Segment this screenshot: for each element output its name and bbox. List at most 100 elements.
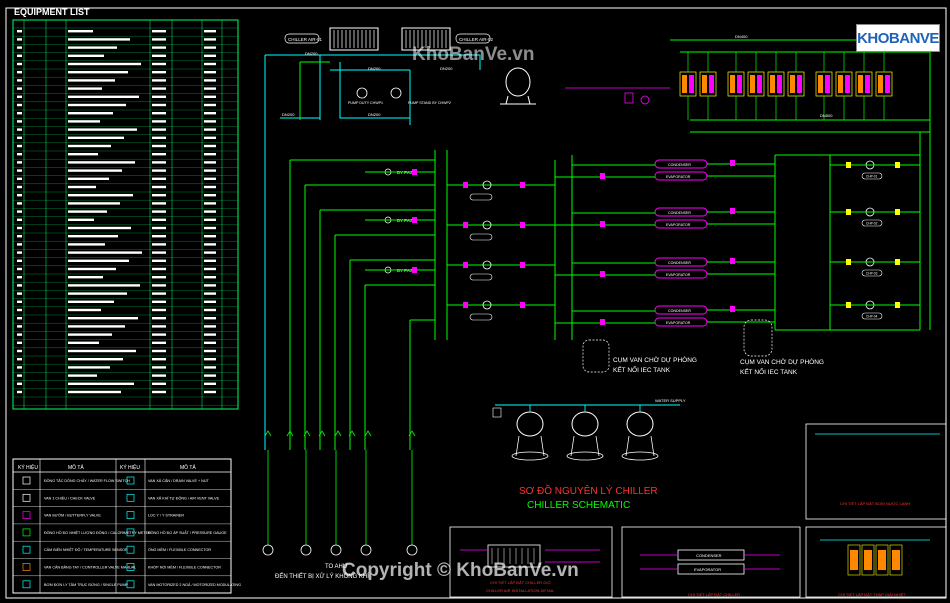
eq-row-text — [68, 276, 103, 279]
eq-row-text — [68, 292, 127, 295]
air-chiller-group: CHILLER AIR-01 CHILLER AIR-02 PUMP DUTY … — [264, 27, 536, 450]
chiller-air-01: CHILLER AIR-01 — [284, 27, 379, 51]
legend-header-3: KÝ HIỆU — [120, 463, 140, 471]
eq-row-text — [68, 161, 135, 164]
evaporator-label: EVAPORATOR — [666, 223, 691, 227]
eq-row-text — [68, 153, 98, 156]
eq-row-text — [68, 87, 102, 90]
water-chillers: CONDENSER EVAPORATOR CONDENSER EVAPORATOR CO… — [555, 159, 775, 327]
svg-text:CHI TIẾT LẮP ĐẶT CHILLER: CHI TIẾT LẮP ĐẶT CHILLER — [688, 592, 740, 597]
condenser-label: CONDENSER — [668, 261, 691, 265]
eq-row-text — [68, 374, 97, 377]
eq-row-text — [68, 218, 94, 221]
legend-right-item: ỐNG MỀM / FLEXIBLE CONNECTOR — [148, 547, 211, 552]
condenser-label: CONDENSER — [668, 163, 691, 167]
schematic-title-vi: SƠ ĐỒ NGUYÊN LÝ CHILLER — [519, 484, 658, 497]
svg-text:CHI TIẾT LẮP ĐẶT THÁP GIẢI NHI: CHI TIẾT LẮP ĐẶT THÁP GIẢI NHIỆT — [838, 592, 907, 597]
eq-row-text — [68, 185, 96, 189]
evaporator-label: EVAPORATOR — [666, 321, 691, 325]
detail-box-3: CHI TIẾT LẮP ĐẶT BƠM NƯỚC LẠNH — [805, 423, 947, 520]
legend-right-item: ĐỒNG HỒ ĐO ÁP SUẤT / PRESSURE GAUGE — [148, 530, 227, 535]
eq-row-text — [68, 112, 113, 115]
chiller-air-01-label: CHILLER AIR-01 — [288, 37, 323, 42]
pump-chwp2 — [390, 87, 402, 99]
pump-chwp2-label: PUMP STAND BY CHWP2 — [408, 101, 451, 105]
eq-row-text — [68, 235, 118, 238]
main-headers: BY PASS BY PASS BY PASS TO AHU ĐẾN THIẾT… — [262, 150, 573, 580]
eq-row-text — [68, 308, 101, 312]
legend-left-item: VAN CÂN BẰNG TAY / CONTROLLER VALVE MANU… — [44, 565, 136, 570]
eq-row-text — [68, 194, 133, 197]
watermark-bottom: Copyright © KhoBanVe.vn — [342, 560, 579, 581]
eq-row-text — [68, 251, 142, 254]
eq-row-text — [68, 79, 115, 82]
pump-chwp1 — [356, 87, 368, 99]
eq-row-text — [68, 390, 121, 394]
legend-left-item: ĐỒNG TẮC DÒNG CHẢY / WATER FLOW SWITCH — [44, 478, 130, 483]
condenser-pump-label: CHP-02 — [866, 222, 878, 226]
eq-row-text — [68, 62, 141, 66]
svg-text:CHILLER AIR INSTALLATION DETAI: CHILLER AIR INSTALLATION DETAIL — [486, 588, 555, 593]
eq-row-text — [68, 30, 93, 33]
watermark-top: KhoBanVe.vn — [412, 44, 535, 65]
reserve-valve-right: CỤM VAN CHỜ DỰ PHÒNG KẾT NỐI IEC TANK — [740, 319, 824, 376]
eq-row-text — [68, 267, 116, 271]
eq-row-text — [68, 177, 109, 180]
eq-row-text — [68, 128, 137, 131]
eq-row-text — [68, 341, 99, 344]
eq-row-text — [68, 46, 117, 49]
legend-table: KÝ HIỆU MÔ TẢ KÝ HIỆU MÔ TẢ ĐỒNG TẮC DÒN… — [12, 458, 241, 594]
eq-row-text — [68, 358, 123, 361]
chiller-air-02-label: CHILLER AIR-02 — [459, 37, 494, 42]
eq-row-text — [68, 349, 136, 353]
evaporator-label: EVAPORATOR — [666, 175, 691, 179]
eq-row-text — [68, 366, 110, 369]
eq-row-text — [68, 382, 134, 385]
eq-row-text — [68, 38, 130, 41]
eq-row-text — [68, 144, 111, 148]
eq-row-text — [68, 325, 125, 328]
pipe-dn500-label: DN500 — [820, 113, 833, 118]
equipment-list-title: EQUIPMENT LIST — [14, 7, 90, 17]
legend-right-item: VAN XẢ KHÍ TỰ ĐỘNG / AIR VENT VALVE — [148, 495, 220, 500]
equipment-table-grid — [13, 20, 238, 409]
svg-text:CONDENSER: CONDENSER — [696, 553, 722, 558]
svg-text:EVAPORATOR: EVAPORATOR — [694, 567, 721, 572]
eq-row-text — [68, 300, 114, 303]
eq-row-text — [68, 71, 128, 74]
pipe-label-3: DN200 — [440, 66, 453, 71]
eq-row-text — [68, 202, 120, 205]
legend-right-item: LỌC Y / Y STRAINER — [148, 514, 184, 518]
eq-row-text — [68, 169, 122, 172]
equipment-list: EQUIPMENT LIST — [12, 7, 239, 410]
eq-row-text — [68, 259, 129, 262]
legend-header-2: MÔ TẢ — [68, 464, 84, 471]
svg-text:KẾT NỐI IEC TANK: KẾT NỐI IEC TANK — [740, 366, 798, 376]
legend-rows: ĐỒNG TẮC DÒNG CHẢY / WATER FLOW SWITCH VA… — [13, 476, 241, 594]
detail-box-2: CONDENSER EVAPORATOR CHI TIẾT LẮP ĐẶT CH… — [621, 526, 801, 598]
legend-left-item: BƠM ĐƠN LY TÂM TRỤC ĐỨNG / SINGLE PUMP — [44, 582, 129, 587]
svg-text:CỤM VAN CHỜ DỰ PHÒNG: CỤM VAN CHỜ DỰ PHÒNG — [740, 357, 824, 366]
water-supply-label: WATER SUPPLY — [655, 398, 686, 403]
reserve-valve-left: CỤM VAN CHỜ DỰ PHÒNG KẾT NỐI IEC TANK — [582, 339, 697, 374]
svg-text:CỤM VAN CHỜ DỰ PHÒNG: CỤM VAN CHỜ DỰ PHÒNG — [613, 355, 697, 364]
eq-row-text — [68, 103, 126, 107]
eq-row-text — [68, 243, 105, 246]
condenser-pump-label: CHP-03 — [866, 272, 878, 276]
expansion-tank — [500, 67, 536, 105]
svg-text:CHI TIẾT LẮP ĐẶT BƠM NƯỚC LẠNH: CHI TIẾT LẮP ĐẶT BƠM NƯỚC LẠNH — [840, 501, 910, 506]
eq-row-text — [68, 136, 124, 139]
eq-row-text — [68, 95, 139, 98]
legend-right-item: VAN XẢ CẶN / DRAIN VALVE + NUT — [148, 478, 210, 483]
legend-header-1: KÝ HIỆU — [18, 463, 38, 471]
eq-row-text — [68, 333, 112, 336]
secondary-pumps — [365, 169, 555, 321]
legend-left-item: CẢM BIẾN NHIỆT ĐỘ / TEMPERATURE SENSOR — [44, 547, 128, 552]
detail-box-4: CHI TIẾT LẮP ĐẶT THÁP GIẢI NHIỆT — [805, 526, 947, 598]
pipe-label-5: DN200 — [368, 112, 381, 117]
cooling-tower-group: CHP-01 CHP-02 CHP-03 CHP-04 DN400 DN500 — [565, 34, 940, 331]
pipe-label-2: DN200 — [368, 66, 381, 71]
evaporator-label: EVAPORATOR — [666, 273, 691, 277]
eq-row-text — [68, 317, 138, 320]
water-treatment — [565, 87, 670, 105]
